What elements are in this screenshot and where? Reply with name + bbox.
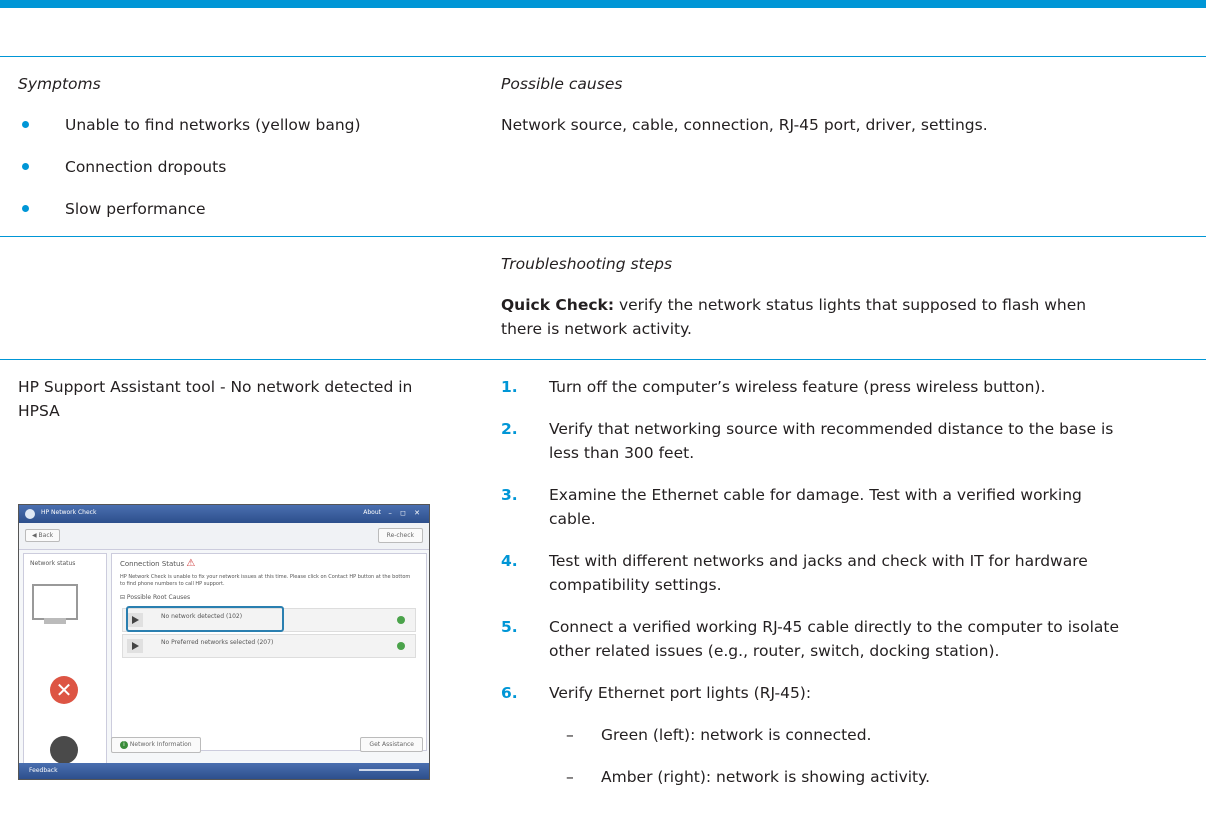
step-text: Examine the Ethernet cable for damage. T… <box>549 486 1082 504</box>
highlight-box <box>126 606 284 632</box>
feedback-link: Feedback <box>29 767 58 774</box>
divider <box>0 236 1206 237</box>
issue-label: No Preferred networks selected (207) <box>161 639 274 646</box>
step-text: Connect a verified working RJ-45 cable d… <box>549 618 1119 636</box>
monitor-icon <box>32 584 78 620</box>
step-number: 5. <box>501 618 518 636</box>
hp-network-check-screenshot: HP Network Check About – ◻ ✕ ◀ Back Re-c… <box>18 504 430 780</box>
step-text: Verify that networking source with recom… <box>549 420 1114 438</box>
hpsa-caption-cont: HPSA <box>18 402 60 420</box>
monitor-stand-icon <box>44 618 66 624</box>
top-accent-bar <box>0 0 1206 8</box>
recheck-button: Re-check <box>377 528 423 543</box>
quick-check-label: Quick Check: <box>501 296 615 314</box>
divider <box>0 359 1206 360</box>
window-controls: – ◻ ✕ <box>388 509 423 517</box>
app-icon <box>25 509 35 519</box>
hpsa-caption: HP Support Assistant tool - No network d… <box>18 378 413 396</box>
step-number: 3. <box>501 486 518 504</box>
troubleshooting-heading: Troubleshooting steps <box>501 255 673 273</box>
quick-check-text-cont: there is network activity. <box>501 320 692 338</box>
possible-causes-heading: Possible causes <box>501 75 623 93</box>
window-footer-bar: Feedback <box>19 763 429 779</box>
divider <box>0 56 1206 57</box>
step-number: 4. <box>501 552 518 570</box>
get-assistance-button: Get Assistance <box>360 737 423 752</box>
check-icon <box>397 616 405 624</box>
info-icon: i <box>120 741 128 749</box>
causes-text: Network source, cable, connection, RJ-45… <box>501 116 988 134</box>
bullet <box>22 121 29 128</box>
window-title: HP Network Check <box>41 509 97 516</box>
symptoms-heading: Symptoms <box>18 75 101 93</box>
warning-icon: ⚠ <box>186 558 196 569</box>
step-text: other related issues (e.g., router, swit… <box>549 642 1000 660</box>
dash-marker: – <box>566 726 574 744</box>
network-information-label: Network Information <box>129 741 192 748</box>
step-number: 1. <box>501 378 518 396</box>
step-number: 2. <box>501 420 518 438</box>
error-icon: ✕ <box>50 676 78 704</box>
quick-check-text: verify the network status lights that su… <box>614 296 1087 314</box>
bullet <box>22 163 29 170</box>
connection-status-panel: Connection Status ⚠ HP Network Check is … <box>111 553 427 751</box>
globe-icon <box>50 736 78 764</box>
network-information-button: i Network Information <box>111 737 201 753</box>
connection-status-label: Connection Status <box>120 560 185 568</box>
network-status-label: Network status <box>30 560 76 567</box>
network-status-panel: Network status ✕ <box>23 553 107 775</box>
symptom-item: Connection dropouts <box>65 158 227 176</box>
sub-step-text: Amber (right): network is showing activi… <box>601 768 931 786</box>
step-text: Test with different networks and jacks a… <box>549 552 1088 570</box>
play-icon <box>127 639 143 653</box>
dash-marker: – <box>566 768 574 786</box>
quick-check-line: Quick Check: verify the network status l… <box>501 293 1086 317</box>
connection-status-title: Connection Status ⚠ <box>120 558 195 569</box>
root-causes-label: ⊟ Possible Root Causes <box>120 594 191 601</box>
bullet <box>22 205 29 212</box>
sub-step-text: Green (left): network is connected. <box>601 726 872 744</box>
step-text: less than 300 feet. <box>549 444 695 462</box>
about-link: About <box>363 509 381 516</box>
issue-row: No Preferred networks selected (207) <box>122 634 416 658</box>
step-text: Verify Ethernet port lights (RJ-45): <box>549 684 812 702</box>
step-number: 6. <box>501 684 518 702</box>
back-button: ◀ Back <box>25 529 61 542</box>
zoom-slider <box>359 769 419 771</box>
step-text: Turn off the computer’s wireless feature… <box>549 378 1046 396</box>
step-text: cable. <box>549 510 596 528</box>
connection-status-description: HP Network Check is unable to fix your n… <box>120 574 411 587</box>
window-title-bar: HP Network Check About – ◻ ✕ <box>19 505 429 523</box>
check-icon <box>397 642 405 650</box>
step-text: compatibility settings. <box>549 576 722 594</box>
symptom-item: Unable to find networks (yellow bang) <box>65 116 361 134</box>
symptom-item: Slow performance <box>65 200 206 218</box>
window-toolbar: ◀ Back Re-check <box>19 523 429 550</box>
